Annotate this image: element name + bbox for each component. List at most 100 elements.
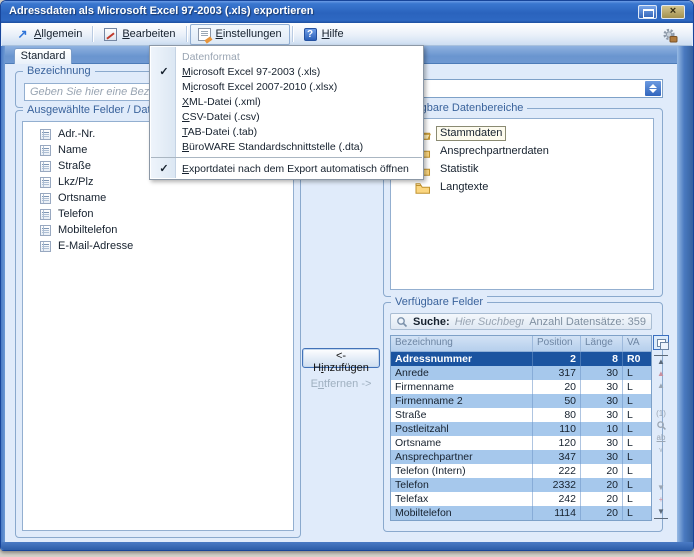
separator bbox=[92, 26, 94, 42]
table-row-firmenname-2[interactable]: Firmenname 25030L bbox=[391, 394, 651, 408]
scroll-first-icon[interactable]: ▲ bbox=[654, 355, 668, 368]
remove-button[interactable]: Entfernen -> bbox=[302, 378, 380, 390]
cell-länge: 20 bbox=[581, 492, 623, 506]
cell-position: 110 bbox=[533, 422, 581, 436]
table-row-firmenname[interactable]: Firmenname2030L bbox=[391, 380, 651, 394]
table-row-ortsname[interactable]: Ortsname12030L bbox=[391, 436, 651, 450]
datenbereiche-treebox[interactable]: ▷Stammdaten▷AnsprechpartnerdatenStatisti… bbox=[390, 118, 654, 290]
formula-icon[interactable]: √ bbox=[654, 444, 668, 456]
list-item-e-mail-adresse[interactable]: E-Mail-Adresse bbox=[23, 238, 293, 254]
sort-icon[interactable]: ab bbox=[654, 432, 668, 444]
menu-item-xml-datei-xml[interactable]: XML-Datei (.xml) bbox=[150, 94, 423, 109]
menu-item-csv-datei-csv[interactable]: CSV-Datei (.csv) bbox=[150, 109, 423, 124]
close-button[interactable]: × bbox=[661, 5, 685, 19]
cell-va: L bbox=[623, 422, 651, 436]
menu-item-microsoft-excel-2007-2010-xlsx[interactable]: Microsoft Excel 2007-2010 (.xlsx) bbox=[150, 79, 423, 94]
menu-item-tab-datei-tab[interactable]: TAB-Datei (.tab) bbox=[150, 124, 423, 139]
add-button[interactable]: <- Hinzufügen bbox=[302, 348, 380, 368]
table-row-anrede[interactable]: Anrede31730L bbox=[391, 366, 651, 380]
list-item-telefon[interactable]: Telefon bbox=[23, 206, 293, 222]
field-icon bbox=[40, 129, 51, 140]
datenbereiche-tree: ▷Stammdaten▷AnsprechpartnerdatenStatisti… bbox=[391, 119, 653, 196]
row-number-icon[interactable]: (1) bbox=[654, 408, 668, 420]
menubar-item-einstellungen[interactable]: Einstellungen bbox=[190, 24, 290, 45]
search-icon bbox=[396, 316, 408, 328]
separator bbox=[186, 26, 188, 42]
folder-icon bbox=[415, 181, 431, 194]
cell-position: 120 bbox=[533, 436, 581, 450]
table-row-postleitzahl[interactable]: Postleitzahl11010L bbox=[391, 422, 651, 436]
list-item-ortsname[interactable]: Ortsname bbox=[23, 190, 293, 206]
move-up-icon[interactable]: ▲ bbox=[654, 368, 668, 380]
cell-bezeichnung: Adressnummer bbox=[391, 352, 533, 366]
tab-standard[interactable]: Standard bbox=[14, 48, 72, 64]
cell-bezeichnung: Telefon bbox=[391, 478, 533, 492]
column-header-va[interactable]: VA bbox=[623, 336, 651, 351]
table-header-row: BezeichnungPositionLängeVA bbox=[391, 336, 651, 352]
cell-länge: 30 bbox=[581, 380, 623, 394]
window-frame-bottom bbox=[1, 542, 693, 550]
menu-item-label: Microsoft Excel 97-2003 (.xls) bbox=[182, 66, 320, 78]
menubar-item-allgemein[interactable]: ↗Allgemein bbox=[8, 24, 90, 45]
scroll-down-icon[interactable]: ▼ bbox=[654, 482, 668, 494]
combobox-spinner-icon[interactable] bbox=[645, 81, 661, 96]
tree-item-label: Ansprechpartnerdaten bbox=[436, 144, 553, 159]
table-row-ansprechpartner[interactable]: Ansprechpartner34730L bbox=[391, 450, 651, 464]
cell-position: 2332 bbox=[533, 478, 581, 492]
cell-bezeichnung: Ortsname bbox=[391, 436, 533, 450]
tree-item-stammdaten[interactable]: ▷Stammdaten bbox=[391, 124, 653, 142]
table-row-telefon[interactable]: Telefon233220L bbox=[391, 478, 651, 492]
cell-länge: 30 bbox=[581, 394, 623, 408]
titlebar[interactable]: Adressdaten als Microsoft Excel 97-2003 … bbox=[1, 1, 693, 23]
menubar-item-label: Bearbeiten bbox=[122, 28, 175, 40]
table-row-telefax[interactable]: Telefax24220L bbox=[391, 492, 651, 506]
cell-länge: 20 bbox=[581, 478, 623, 492]
list-item-mobiltelefon[interactable]: Mobiltelefon bbox=[23, 222, 293, 238]
menu-item-microsoft-excel-97-2003-xls[interactable]: ✓Microsoft Excel 97-2003 (.xls) bbox=[150, 64, 423, 79]
columns-icon-back bbox=[660, 342, 669, 350]
menu-item-büroware-standardschnittstelle-dta[interactable]: BüroWARE Standardschnittstelle (.dta) bbox=[150, 139, 423, 154]
cell-position: 1114 bbox=[533, 506, 581, 520]
separator bbox=[292, 26, 294, 42]
cell-länge: 30 bbox=[581, 408, 623, 422]
table-row-adressnummer[interactable]: Adressnummer28R0 bbox=[391, 352, 651, 366]
table-search-icon[interactable] bbox=[654, 420, 668, 432]
tree-item-langtexte[interactable]: Langtexte bbox=[391, 178, 653, 196]
cell-bezeichnung: Postleitzahl bbox=[391, 422, 533, 436]
cell-position: 347 bbox=[533, 450, 581, 464]
field-icon bbox=[40, 177, 51, 188]
selected-fields-listbox[interactable]: Adr.-Nr.NameStraßeLkz/PlzOrtsnameTelefon… bbox=[22, 121, 294, 531]
search-bar[interactable]: Suche: Hier Suchbegriff eingebe Anzahl D… bbox=[390, 313, 652, 330]
field-icon bbox=[40, 161, 51, 172]
tree-item-statistik[interactable]: Statistik bbox=[391, 160, 653, 178]
scroll-up-icon[interactable]: ▲ bbox=[654, 380, 668, 392]
column-header-bezeichnung[interactable]: Bezeichnung bbox=[391, 336, 533, 351]
table-row-straße[interactable]: Straße8030L bbox=[391, 408, 651, 422]
table-row-telefon-intern[interactable]: Telefon (Intern)22220L bbox=[391, 464, 651, 478]
cell-va: R0 bbox=[623, 352, 651, 366]
cell-bezeichnung: Telefax bbox=[391, 492, 533, 506]
column-options-button[interactable] bbox=[653, 335, 669, 350]
move-down-icon[interactable]: + bbox=[654, 494, 668, 506]
list-item-label: Telefon bbox=[58, 208, 93, 220]
toolbar-settings-button[interactable] bbox=[655, 25, 683, 45]
menubar-item-bearbeiten[interactable]: Bearbeiten bbox=[96, 24, 183, 45]
cell-va: L bbox=[623, 506, 651, 520]
cell-position: 50 bbox=[533, 394, 581, 408]
tree-item-ansprechpartnerdaten[interactable]: ▷Ansprechpartnerdaten bbox=[391, 142, 653, 160]
cell-länge: 30 bbox=[581, 436, 623, 450]
table-row-mobiltelefon[interactable]: Mobiltelefon111420L bbox=[391, 506, 651, 520]
cell-position: 222 bbox=[533, 464, 581, 478]
groupbox-datenbereiche: Verfügbare Datenbereiche ▷Stammdaten▷Ans… bbox=[383, 108, 663, 297]
menu-item-exportdatei-nach-dem-export-automatisch-öffnen[interactable]: ✓Exportdatei nach dem Export automatisch… bbox=[150, 161, 423, 176]
column-header-länge[interactable]: Länge bbox=[581, 336, 623, 351]
fields-table: BezeichnungPositionLängeVAAdressnummer28… bbox=[390, 335, 652, 521]
scroll-last-icon[interactable]: ▼ bbox=[654, 506, 668, 519]
field-icon bbox=[40, 241, 51, 252]
list-item-label: Name bbox=[58, 144, 87, 156]
menubar-item-hilfe[interactable]: ?Hilfe bbox=[296, 24, 352, 45]
cell-position: 20 bbox=[533, 380, 581, 394]
maximize-button[interactable] bbox=[638, 5, 657, 19]
groupbox-verfuegbare-felder-label: Verfügbare Felder bbox=[391, 296, 487, 308]
column-header-position[interactable]: Position bbox=[533, 336, 581, 351]
